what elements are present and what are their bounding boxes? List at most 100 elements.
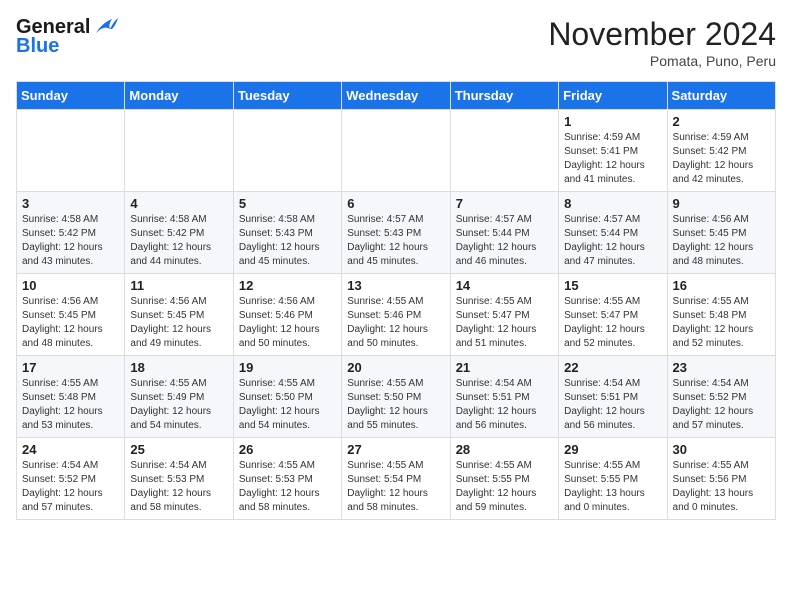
day-info: Sunrise: 4:57 AM Sunset: 5:43 PM Dayligh… bbox=[347, 213, 444, 269]
day-number: 11 bbox=[130, 278, 227, 293]
day-number: 13 bbox=[347, 278, 444, 293]
day-number: 1 bbox=[564, 114, 661, 129]
weekday-header-monday: Monday bbox=[125, 82, 233, 110]
calendar-cell: 27Sunrise: 4:55 AM Sunset: 5:54 PM Dayli… bbox=[342, 438, 450, 520]
day-number: 19 bbox=[239, 360, 336, 375]
day-info: Sunrise: 4:55 AM Sunset: 5:53 PM Dayligh… bbox=[239, 459, 336, 515]
day-info: Sunrise: 4:55 AM Sunset: 5:47 PM Dayligh… bbox=[564, 295, 661, 351]
weekday-header-wednesday: Wednesday bbox=[342, 82, 450, 110]
calendar-cell: 29 Sunrise: 4:55 AM Sunset: 5:55 PM Dayli… bbox=[559, 438, 667, 520]
day-info: Sunrise: 4:55 AM Sunset: 5:48 PM Dayligh… bbox=[22, 377, 119, 433]
calendar-cell: 24Sunrise: 4:54 AM Sunset: 5:52 PM Dayli… bbox=[17, 438, 125, 520]
day-number: 23 bbox=[673, 360, 770, 375]
weekday-header-saturday: Saturday bbox=[667, 82, 775, 110]
calendar-cell: 25 Sunrise: 4:54 AM Sunset: 5:53 PM Dayli… bbox=[125, 438, 233, 520]
day-info: Sunrise: 4:55 AM Sunset: 5:56 PM Dayligh… bbox=[673, 459, 770, 515]
day-info: Sunrise: 4:55 AM Sunset: 5:48 PM Dayligh… bbox=[673, 295, 770, 351]
day-number: 7 bbox=[456, 196, 553, 211]
calendar-cell: 9 Sunrise: 4:56 AM Sunset: 5:45 PM Daylig… bbox=[667, 192, 775, 274]
day-number: 4 bbox=[130, 196, 227, 211]
calendar-cell: 14Sunrise: 4:55 AM Sunset: 5:47 PM Dayli… bbox=[450, 274, 558, 356]
day-number: 24 bbox=[22, 442, 119, 457]
calendar-week-4: 17 Sunrise: 4:55 AM Sunset: 5:48 PM Dayli… bbox=[17, 356, 776, 438]
calendar-cell bbox=[450, 110, 558, 192]
calendar-cell: 17 Sunrise: 4:55 AM Sunset: 5:48 PM Dayli… bbox=[17, 356, 125, 438]
day-info: Sunrise: 4:55 AM Sunset: 5:50 PM Dayligh… bbox=[347, 377, 444, 433]
calendar-cell: 22 Sunrise: 4:54 AM Sunset: 5:51 PM Dayli… bbox=[559, 356, 667, 438]
calendar-header: SundayMondayTuesdayWednesdayThursdayFrid… bbox=[17, 82, 776, 110]
weekday-header-tuesday: Tuesday bbox=[233, 82, 341, 110]
day-number: 21 bbox=[456, 360, 553, 375]
calendar-cell: 1 Sunrise: 4:59 AM Sunset: 5:41 PM Daylig… bbox=[559, 110, 667, 192]
calendar-cell: 13 Sunrise: 4:55 AM Sunset: 5:46 PM Dayli… bbox=[342, 274, 450, 356]
day-number: 29 bbox=[564, 442, 661, 457]
day-number: 17 bbox=[22, 360, 119, 375]
day-info: Sunrise: 4:58 AM Sunset: 5:43 PM Dayligh… bbox=[239, 213, 336, 269]
calendar-cell: 23Sunrise: 4:54 AM Sunset: 5:52 PM Dayli… bbox=[667, 356, 775, 438]
day-number: 2 bbox=[673, 114, 770, 129]
day-number: 20 bbox=[347, 360, 444, 375]
day-info: Sunrise: 4:55 AM Sunset: 5:46 PM Dayligh… bbox=[347, 295, 444, 351]
calendar-week-2: 3 Sunrise: 4:58 AM Sunset: 5:42 PM Daylig… bbox=[17, 192, 776, 274]
day-number: 3 bbox=[22, 196, 119, 211]
calendar-cell: 4Sunrise: 4:58 AM Sunset: 5:42 PM Daylig… bbox=[125, 192, 233, 274]
day-info: Sunrise: 4:55 AM Sunset: 5:54 PM Dayligh… bbox=[347, 459, 444, 515]
day-info: Sunrise: 4:56 AM Sunset: 5:45 PM Dayligh… bbox=[673, 213, 770, 269]
calendar-week-5: 24Sunrise: 4:54 AM Sunset: 5:52 PM Dayli… bbox=[17, 438, 776, 520]
calendar-cell: 2Sunrise: 4:59 AM Sunset: 5:42 PM Daylig… bbox=[667, 110, 775, 192]
day-info: Sunrise: 4:57 AM Sunset: 5:44 PM Dayligh… bbox=[456, 213, 553, 269]
calendar-cell: 8Sunrise: 4:57 AM Sunset: 5:44 PM Daylig… bbox=[559, 192, 667, 274]
calendar-cell bbox=[17, 110, 125, 192]
day-number: 9 bbox=[673, 196, 770, 211]
day-number: 30 bbox=[673, 442, 770, 457]
day-info: Sunrise: 4:54 AM Sunset: 5:51 PM Dayligh… bbox=[564, 377, 661, 433]
logo-bird-icon bbox=[92, 15, 120, 37]
logo-blue-text: Blue bbox=[16, 35, 59, 58]
day-number: 5 bbox=[239, 196, 336, 211]
weekday-header-row: SundayMondayTuesdayWednesdayThursdayFrid… bbox=[17, 82, 776, 110]
calendar-cell: 18Sunrise: 4:55 AM Sunset: 5:49 PM Dayli… bbox=[125, 356, 233, 438]
calendar-cell bbox=[233, 110, 341, 192]
calendar-cell bbox=[125, 110, 233, 192]
calendar-cell: 10 Sunrise: 4:56 AM Sunset: 5:45 PM Dayli… bbox=[17, 274, 125, 356]
weekday-header-sunday: Sunday bbox=[17, 82, 125, 110]
day-number: 18 bbox=[130, 360, 227, 375]
day-number: 12 bbox=[239, 278, 336, 293]
day-info: Sunrise: 4:54 AM Sunset: 5:51 PM Dayligh… bbox=[456, 377, 553, 433]
calendar-cell: 16Sunrise: 4:55 AM Sunset: 5:48 PM Dayli… bbox=[667, 274, 775, 356]
calendar-cell: 5 Sunrise: 4:58 AM Sunset: 5:43 PM Daylig… bbox=[233, 192, 341, 274]
day-info: Sunrise: 4:58 AM Sunset: 5:42 PM Dayligh… bbox=[22, 213, 119, 269]
day-info: Sunrise: 4:55 AM Sunset: 5:47 PM Dayligh… bbox=[456, 295, 553, 351]
calendar-cell: 6 Sunrise: 4:57 AM Sunset: 5:43 PM Daylig… bbox=[342, 192, 450, 274]
day-info: Sunrise: 4:55 AM Sunset: 5:55 PM Dayligh… bbox=[564, 459, 661, 515]
calendar-cell: 26 Sunrise: 4:55 AM Sunset: 5:53 PM Dayli… bbox=[233, 438, 341, 520]
weekday-header-thursday: Thursday bbox=[450, 82, 558, 110]
location-text: Pomata, Puno, Peru bbox=[548, 53, 776, 69]
calendar-cell: 15 Sunrise: 4:55 AM Sunset: 5:47 PM Dayli… bbox=[559, 274, 667, 356]
calendar-cell: 21 Sunrise: 4:54 AM Sunset: 5:51 PM Dayli… bbox=[450, 356, 558, 438]
calendar-cell: 3 Sunrise: 4:58 AM Sunset: 5:42 PM Daylig… bbox=[17, 192, 125, 274]
day-number: 6 bbox=[347, 196, 444, 211]
month-title: November 2024 bbox=[548, 16, 776, 53]
calendar-cell: 7 Sunrise: 4:57 AM Sunset: 5:44 PM Daylig… bbox=[450, 192, 558, 274]
calendar-week-1: 1 Sunrise: 4:59 AM Sunset: 5:41 PM Daylig… bbox=[17, 110, 776, 192]
calendar-body: 1 Sunrise: 4:59 AM Sunset: 5:41 PM Daylig… bbox=[17, 110, 776, 520]
calendar-cell: 28Sunrise: 4:55 AM Sunset: 5:55 PM Dayli… bbox=[450, 438, 558, 520]
day-info: Sunrise: 4:59 AM Sunset: 5:41 PM Dayligh… bbox=[564, 131, 661, 187]
day-number: 22 bbox=[564, 360, 661, 375]
day-number: 26 bbox=[239, 442, 336, 457]
day-info: Sunrise: 4:56 AM Sunset: 5:45 PM Dayligh… bbox=[22, 295, 119, 351]
title-block: November 2024 Pomata, Puno, Peru bbox=[548, 16, 776, 69]
day-info: Sunrise: 4:56 AM Sunset: 5:45 PM Dayligh… bbox=[130, 295, 227, 351]
calendar-cell bbox=[342, 110, 450, 192]
day-info: Sunrise: 4:56 AM Sunset: 5:46 PM Dayligh… bbox=[239, 295, 336, 351]
calendar-cell: 12 Sunrise: 4:56 AM Sunset: 5:46 PM Dayli… bbox=[233, 274, 341, 356]
day-number: 28 bbox=[456, 442, 553, 457]
calendar-week-3: 10 Sunrise: 4:56 AM Sunset: 5:45 PM Dayli… bbox=[17, 274, 776, 356]
day-number: 15 bbox=[564, 278, 661, 293]
day-info: Sunrise: 4:57 AM Sunset: 5:44 PM Dayligh… bbox=[564, 213, 661, 269]
day-number: 10 bbox=[22, 278, 119, 293]
day-info: Sunrise: 4:54 AM Sunset: 5:53 PM Dayligh… bbox=[130, 459, 227, 515]
day-number: 25 bbox=[130, 442, 227, 457]
day-info: Sunrise: 4:55 AM Sunset: 5:50 PM Dayligh… bbox=[239, 377, 336, 433]
